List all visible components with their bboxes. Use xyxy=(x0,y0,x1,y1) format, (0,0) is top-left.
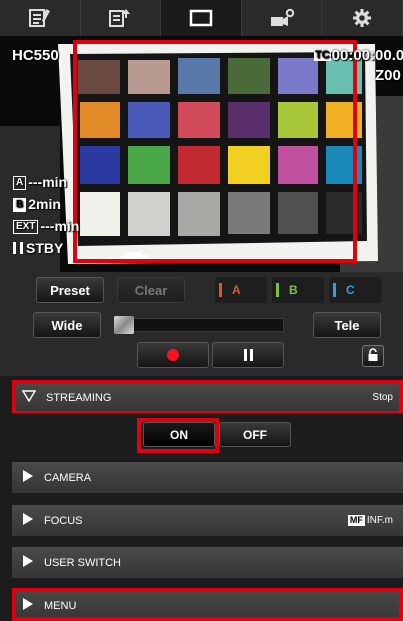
top-tab-bar xyxy=(0,0,403,36)
record-icon xyxy=(167,349,179,361)
preset-button[interactable]: Preset xyxy=(36,277,104,303)
viewfinder-icon xyxy=(189,9,213,27)
zoom-slider-handle[interactable] xyxy=(114,316,134,334)
wide-button[interactable]: Wide xyxy=(33,312,101,338)
gear-icon xyxy=(352,8,372,28)
preset-slot-c[interactable]: C xyxy=(329,277,381,303)
camera-settings-icon xyxy=(269,8,295,28)
clear-button[interactable]: Clear xyxy=(117,277,185,303)
streaming-off-button[interactable]: OFF xyxy=(219,422,291,447)
slot-b-remaining: B 2min xyxy=(13,196,61,212)
preset-slot-a[interactable]: A xyxy=(215,277,267,303)
record-status: STBY xyxy=(13,240,63,256)
viewfinder-highlight xyxy=(73,40,357,263)
pause-icon xyxy=(243,349,253,361)
focus-section-header[interactable]: FOCUS MF INF.m xyxy=(12,505,403,536)
streaming-header-highlight xyxy=(12,380,403,415)
zoom-slider-track[interactable] xyxy=(117,318,284,332)
pause-button[interactable] xyxy=(212,342,284,368)
tab-edit-list[interactable] xyxy=(0,0,81,36)
timecode: TC00:00:00.00 xyxy=(314,47,403,64)
lock-button[interactable] xyxy=(362,345,384,367)
collapsed-triangle-icon xyxy=(22,512,34,529)
preset-slot-b[interactable]: B xyxy=(272,277,324,303)
focus-mode-tag: MF xyxy=(347,515,365,526)
collapsed-triangle-icon xyxy=(22,469,34,486)
focus-title: FOCUS xyxy=(44,514,83,527)
tab-clip-export[interactable] xyxy=(81,0,162,36)
edit-list-icon xyxy=(28,8,51,28)
camera-title: CAMERA xyxy=(44,471,92,484)
focus-status: MF INF.m xyxy=(347,515,393,526)
ext-remaining: EXT ---min xyxy=(13,218,79,234)
lock-icon xyxy=(367,347,379,365)
preset-a-indicator xyxy=(219,283,222,297)
timecode-tag: TC xyxy=(314,49,331,61)
collapsed-triangle-icon xyxy=(22,554,34,571)
on-button-highlight xyxy=(137,418,219,453)
clip-export-icon xyxy=(109,8,131,28)
user-switch-title: USER SWITCH xyxy=(44,556,121,569)
slot-a-remaining: A ---min xyxy=(13,174,67,190)
camera-section-header[interactable]: CAMERA xyxy=(12,462,403,493)
menu-header-highlight xyxy=(12,588,403,621)
camera-model: HC550 xyxy=(12,47,59,64)
tab-settings[interactable] xyxy=(322,0,403,36)
streaming-controls: ON OFF xyxy=(0,413,403,453)
user-switch-section-header[interactable]: USER SWITCH xyxy=(12,547,403,578)
tab-viewfinder[interactable] xyxy=(161,0,242,36)
tab-camera-settings[interactable] xyxy=(242,0,323,36)
camera-control-panel: Preset Clear A B C Wide Tele xyxy=(0,272,403,376)
pause-status-icon xyxy=(13,242,23,254)
record-button[interactable] xyxy=(137,342,209,368)
tele-button[interactable]: Tele xyxy=(313,312,381,338)
preset-b-indicator xyxy=(276,283,279,297)
live-viewfinder[interactable]: HC550 TC00:00:00.00 Z00 A---min B2min EX… xyxy=(0,36,403,272)
preset-c-indicator xyxy=(333,283,336,297)
zoom-position: Z00 xyxy=(375,67,401,84)
